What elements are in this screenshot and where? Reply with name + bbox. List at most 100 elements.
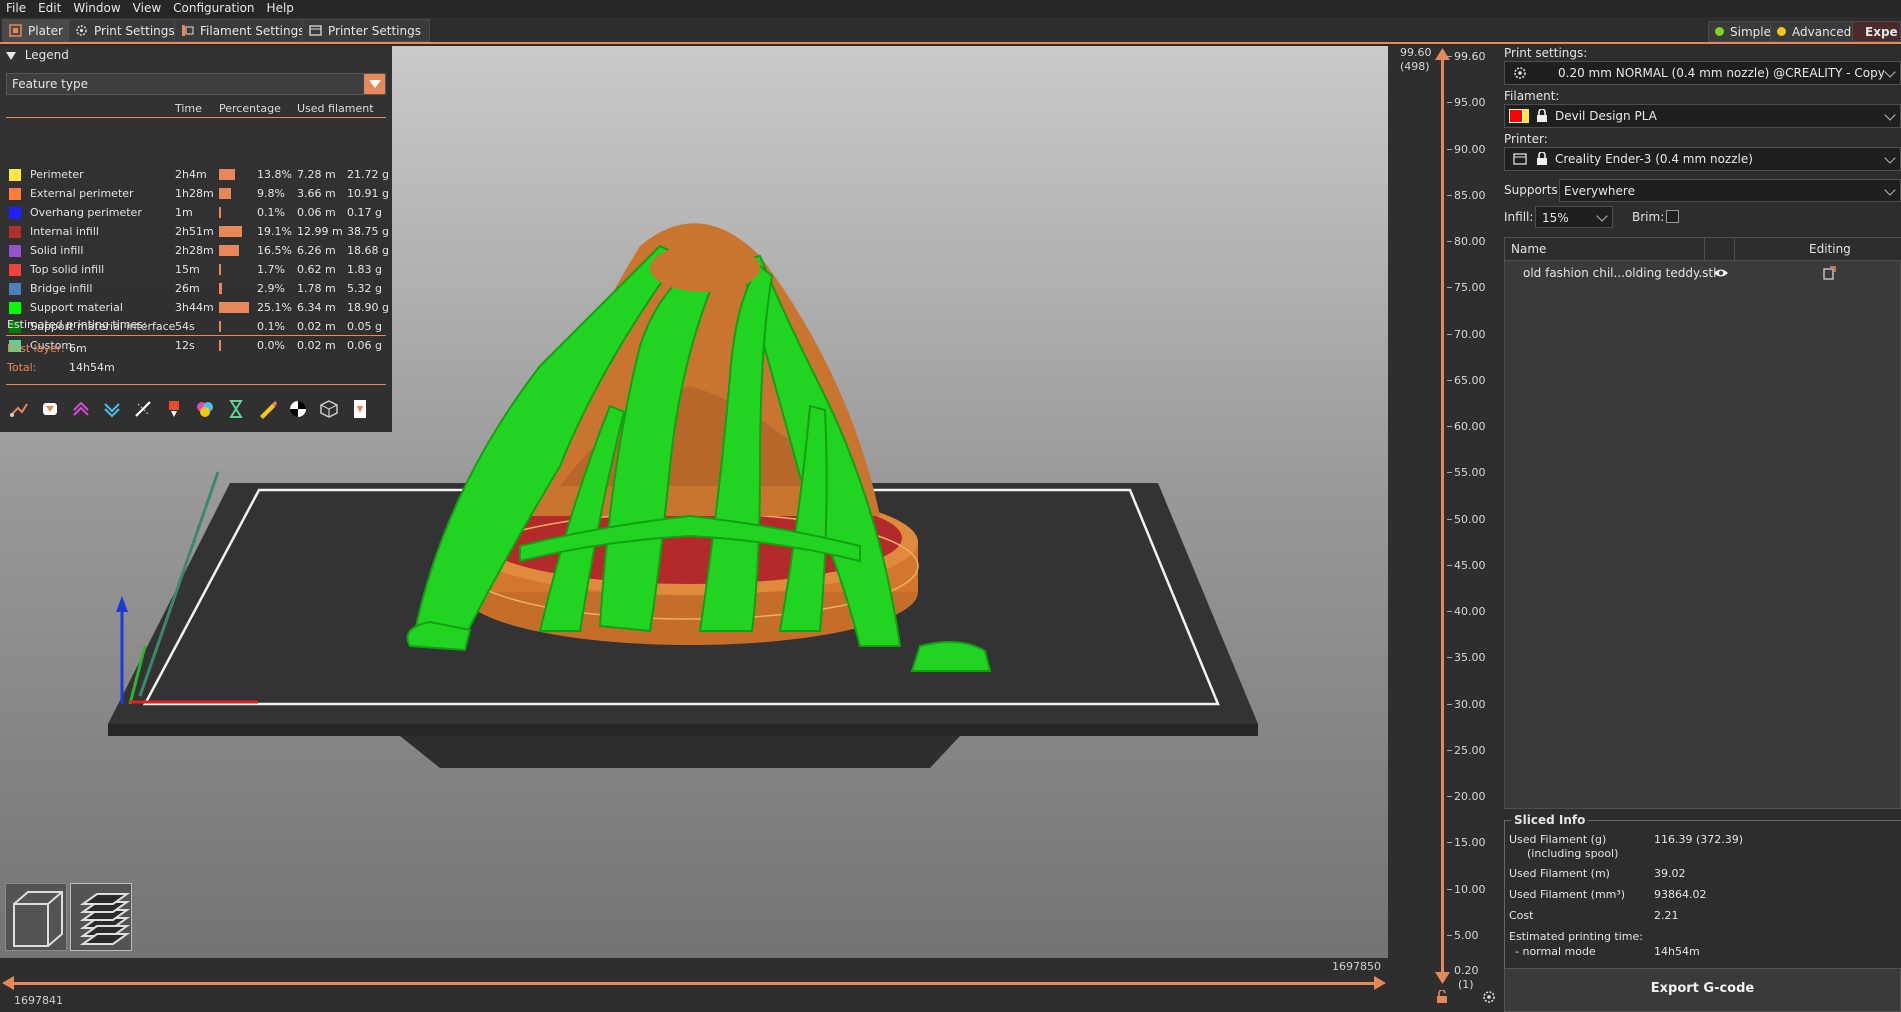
eye-icon[interactable] bbox=[1713, 267, 1729, 279]
mode-expert-button[interactable]: Expe bbox=[1852, 21, 1901, 42]
tab-filament-settings[interactable]: Filament Settings bbox=[174, 19, 314, 42]
horizontal-slider[interactable]: 1697841 1697850 bbox=[0, 958, 1388, 1012]
menu-help[interactable]: Help bbox=[261, 0, 300, 17]
filament-color-swatch-secondary bbox=[1523, 109, 1529, 123]
custom-gcodes-icon[interactable] bbox=[256, 398, 278, 420]
top-thumb-icon[interactable] bbox=[1435, 48, 1450, 60]
menu-edit[interactable]: Edit bbox=[32, 0, 67, 17]
feature-name: Bridge infill bbox=[30, 282, 93, 295]
feature-time: 1m bbox=[175, 206, 193, 219]
bottom-thumb-icon[interactable] bbox=[1435, 972, 1450, 984]
feature-percentage: 13.8% bbox=[257, 168, 292, 181]
legend-header[interactable]: Legend bbox=[0, 46, 392, 64]
filament-color-swatch[interactable] bbox=[1509, 109, 1523, 123]
feature-percentage-bar bbox=[219, 302, 249, 313]
feature-color-swatch bbox=[9, 169, 21, 181]
tick-mark bbox=[1447, 194, 1452, 196]
object-row[interactable]: old fashion chil...olding teddy.stl bbox=[1505, 262, 1901, 284]
feature-weight: 0.17 g bbox=[347, 206, 382, 219]
estimated-times-label: Estimated printing times: bbox=[7, 318, 147, 331]
hslider-left-value: 1697841 bbox=[14, 994, 63, 1007]
feature-percentage: 1.7% bbox=[257, 263, 285, 276]
col-name[interactable]: Name bbox=[1511, 242, 1546, 256]
tab-plater[interactable]: Plater bbox=[2, 19, 72, 42]
tab-print-settings[interactable]: Print Settings bbox=[68, 19, 184, 42]
brim-checkbox[interactable] bbox=[1666, 210, 1679, 223]
center-of-gravity-icon[interactable] bbox=[287, 398, 309, 420]
col-editing[interactable]: Editing bbox=[1809, 242, 1851, 256]
feature-length: 6.26 m bbox=[297, 244, 336, 257]
edit-settings-icon[interactable] bbox=[1822, 266, 1836, 280]
export-gcode-button[interactable]: Export G-code bbox=[1504, 968, 1901, 1012]
legend-row: Bridge infill 26m 2.9% 1.78 m 5.32 g bbox=[0, 279, 392, 298]
mode-advanced-button[interactable]: Advanced bbox=[1770, 21, 1861, 42]
tick-mark bbox=[1447, 379, 1452, 381]
cube-icon bbox=[6, 891, 68, 956]
color-changes-icon[interactable] bbox=[194, 398, 216, 420]
lock-icon[interactable] bbox=[1435, 990, 1449, 1004]
object-name: old fashion chil...olding teddy.stl bbox=[1523, 266, 1717, 280]
first-layer-label: First layer: bbox=[7, 342, 65, 355]
printer-combo[interactable]: Creality Ender-3 (0.4 mm nozzle) bbox=[1504, 147, 1901, 171]
layer-height-tick: 45.00 bbox=[1454, 558, 1486, 572]
feature-weight: 18.90 g bbox=[347, 301, 389, 314]
right-thumb-icon[interactable] bbox=[1374, 976, 1388, 990]
tick-mark bbox=[1447, 564, 1452, 566]
infill-combo[interactable]: 15% bbox=[1535, 206, 1613, 228]
layer-height-tick: 5.00 bbox=[1454, 928, 1479, 942]
deretractions-icon[interactable] bbox=[101, 398, 123, 420]
pause-prints-icon[interactable] bbox=[225, 398, 247, 420]
tool-marker-icon[interactable] bbox=[349, 398, 371, 420]
settings-cog-icon[interactable] bbox=[1482, 990, 1496, 1004]
view-3d-button[interactable] bbox=[5, 883, 67, 951]
object-list-header: Name Editing bbox=[1505, 238, 1901, 261]
menu-view[interactable]: View bbox=[127, 0, 167, 17]
used-filament-m-value: 39.02 bbox=[1654, 867, 1686, 880]
feature-percentage: 9.8% bbox=[257, 187, 285, 200]
feature-weight: 38.75 g bbox=[347, 225, 389, 238]
feature-percentage-bar bbox=[219, 283, 222, 294]
wipe-icon[interactable] bbox=[39, 398, 61, 420]
sliced-info-title: Sliced Info bbox=[1511, 813, 1589, 827]
feature-color-swatch bbox=[9, 264, 21, 276]
layer-slider-track[interactable] bbox=[1441, 54, 1444, 976]
tool-changes-icon[interactable] bbox=[163, 398, 185, 420]
travel-icon[interactable] bbox=[8, 398, 30, 420]
infill-label: Infill: bbox=[1504, 210, 1534, 224]
feature-type-select[interactable]: Feature type bbox=[6, 73, 386, 95]
menu-file[interactable]: File bbox=[0, 0, 32, 17]
feature-length: 0.06 m bbox=[297, 206, 336, 219]
print-settings-combo[interactable]: 0.20 mm NORMAL (0.4 mm nozzle) @CREALITY… bbox=[1504, 61, 1901, 85]
horizontal-slider-track[interactable] bbox=[8, 982, 1380, 985]
feature-name: Perimeter bbox=[30, 168, 84, 181]
layer-height-tick: 30.00 bbox=[1454, 697, 1486, 711]
legend-row: Perimeter 2h4m 13.8% 7.28 m 21.72 g bbox=[0, 165, 392, 184]
feature-length: 0.02 m bbox=[297, 339, 336, 352]
tab-printer-settings[interactable]: Printer Settings bbox=[302, 19, 430, 42]
supports-value: Everywhere bbox=[1564, 184, 1635, 198]
chevron-down-icon bbox=[1884, 184, 1896, 196]
bottom-layer-height: 0.20 bbox=[1454, 964, 1479, 977]
layer-slider[interactable]: 99.60 (498) 99.60 95.00 90.00 85.00 80.00 75.… bbox=[1388, 46, 1501, 1012]
feature-type-value: Feature type bbox=[12, 77, 88, 91]
tab-bar: Plater Print Settings Filament Settings … bbox=[0, 17, 1901, 44]
view-preview-button[interactable] bbox=[70, 883, 132, 951]
dropdown-arrow-icon[interactable] bbox=[364, 74, 385, 94]
total-label: Total: bbox=[7, 361, 37, 374]
used-filament-mm3-value: 93864.02 bbox=[1654, 888, 1707, 901]
retractions-icon[interactable] bbox=[70, 398, 92, 420]
supports-combo[interactable]: Everywhere bbox=[1559, 179, 1901, 202]
filament-value: Devil Design PLA bbox=[1555, 109, 1657, 123]
seams-icon[interactable] bbox=[132, 398, 154, 420]
tick-mark bbox=[1447, 56, 1452, 57]
menu-configuration[interactable]: Configuration bbox=[167, 0, 260, 17]
shells-icon[interactable] bbox=[318, 398, 340, 420]
layer-height-tick: 90.00 bbox=[1454, 142, 1486, 156]
feature-percentage: 16.5% bbox=[257, 244, 292, 257]
brim-label: Brim: bbox=[1632, 210, 1665, 224]
left-thumb-icon[interactable] bbox=[2, 976, 16, 990]
right-sidebar: Print settings: 0.20 mm NORMAL (0.4 mm n… bbox=[1501, 46, 1901, 1012]
menu-window[interactable]: Window bbox=[67, 0, 126, 17]
feature-color-swatch bbox=[9, 245, 21, 257]
filament-combo[interactable]: Devil Design PLA bbox=[1504, 104, 1901, 128]
